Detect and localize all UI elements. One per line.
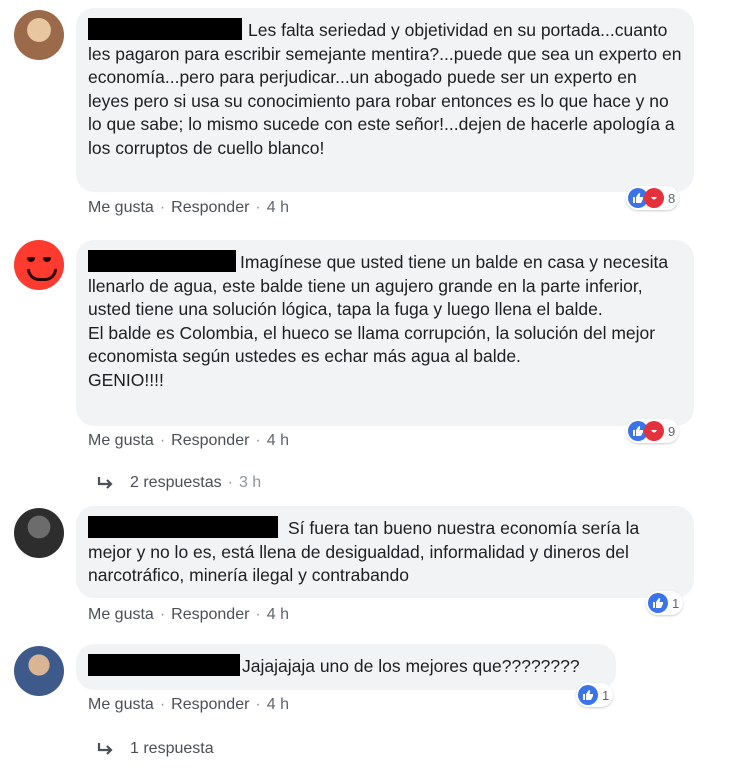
reaction-count: 9: [668, 423, 676, 439]
replies-count[interactable]: 1 respuesta: [130, 740, 214, 758]
haha-icon: [644, 188, 664, 208]
commenter-avatar[interactable]: [14, 240, 64, 290]
like-icon: [648, 593, 668, 613]
reply-link[interactable]: Responder: [171, 696, 249, 713]
reaction-count: 1: [602, 687, 610, 703]
separator: ·: [255, 696, 261, 713]
commenter-avatar[interactable]: [14, 508, 64, 558]
redacted-author-name: [88, 516, 278, 538]
reaction-summary[interactable]: 9: [626, 419, 680, 443]
comment-text-paragraph: El balde es Colombia, el hueco se llama …: [88, 322, 656, 367]
commenter-avatar[interactable]: [14, 10, 64, 60]
reaction-count: 8: [668, 190, 676, 206]
replies-time: 3 h: [238, 474, 262, 491]
comment-time[interactable]: 4 h: [267, 606, 289, 623]
like-link[interactable]: Me gusta: [88, 199, 154, 216]
separator: ·: [227, 474, 233, 491]
comment-actions: Me gusta · Responder · 4 h: [88, 199, 289, 217]
comment-time[interactable]: 4 h: [267, 432, 289, 449]
like-link[interactable]: Me gusta: [88, 432, 154, 449]
comment-actions: Me gusta · Responder · 4 h: [88, 696, 289, 714]
reply-link[interactable]: Responder: [171, 199, 249, 216]
comment-time[interactable]: 4 h: [267, 696, 289, 713]
comment-text-block: Imagínese que usted tiene un balde en ca…: [88, 250, 682, 392]
redacted-author-name: [88, 250, 236, 272]
comment-text-block: Les falta seriedad y objetividad en su p…: [88, 18, 682, 160]
avatar-eye: [27, 257, 35, 262]
reply-link[interactable]: Responder: [171, 606, 249, 623]
reply-arrow-icon: [97, 743, 113, 755]
replies-count[interactable]: 2 respuestas: [130, 474, 222, 492]
comment-bubble: Sí fuera tan bueno nuestra economía serí…: [76, 506, 694, 598]
reaction-count: 1: [672, 595, 680, 611]
reaction-summary[interactable]: 8: [626, 186, 680, 210]
redacted-author-name: [88, 18, 242, 40]
like-icon: [578, 685, 598, 705]
separator: ·: [159, 199, 166, 216]
comment-bubble: Les falta seriedad y objetividad en su p…: [76, 8, 694, 192]
like-link[interactable]: Me gusta: [88, 606, 154, 623]
comment-bubble: Jajajajaja uno de los mejores que???????…: [76, 644, 616, 690]
avatar-mouth: [27, 269, 57, 281]
comment-text-block: Jajajajaja uno de los mejores que???????…: [88, 654, 604, 679]
separator: ·: [255, 432, 261, 449]
reply-arrow-icon: [97, 477, 113, 489]
comment-actions: Me gusta · Responder · 4 h: [88, 432, 289, 450]
view-replies-link[interactable]: 2 respuestas · 3 h: [96, 474, 261, 492]
like-link[interactable]: Me gusta: [88, 696, 154, 713]
view-replies-link[interactable]: 1 respuesta: [96, 740, 214, 758]
comment-text-block: Sí fuera tan bueno nuestra economía serí…: [88, 516, 682, 588]
separator: ·: [159, 432, 166, 449]
commenter-avatar[interactable]: [14, 646, 64, 696]
comment-time[interactable]: 4 h: [267, 199, 289, 216]
separator: ·: [255, 606, 261, 623]
redacted-author-name: [88, 654, 240, 676]
separator: ·: [255, 199, 261, 216]
comment-bubble: Imagínese que usted tiene un balde en ca…: [76, 240, 694, 426]
separator: ·: [159, 606, 166, 623]
reply-link[interactable]: Responder: [171, 432, 249, 449]
separator: ·: [159, 696, 166, 713]
reaction-summary[interactable]: 1: [646, 591, 684, 615]
haha-icon: [644, 421, 664, 441]
reaction-summary[interactable]: 1: [576, 683, 614, 707]
comment-text-paragraph: GENIO!!!!: [88, 369, 164, 390]
avatar-eye: [43, 257, 51, 262]
comment-actions: Me gusta · Responder · 4 h: [88, 606, 289, 624]
comment-text: Jajajajaja uno de los mejores que???????…: [242, 656, 580, 676]
comment-text: Les falta seriedad y objetividad en su p…: [88, 20, 682, 158]
